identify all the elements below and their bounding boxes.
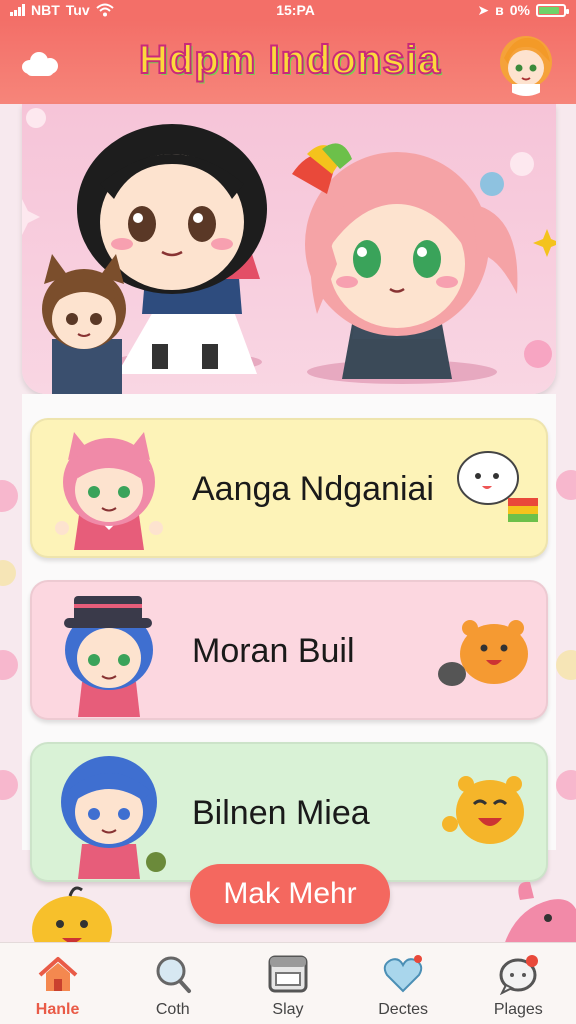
flower-decoration [0,560,16,586]
flower-decoration [556,770,576,800]
nav-label: Hanle [35,1001,80,1018]
cta-area: Mak Mehr [0,850,576,962]
nav-play[interactable]: Slay [238,943,338,1024]
profile-avatar[interactable] [494,28,558,96]
character-name: Bilnen Miea [192,794,370,832]
app-title: Hdpm Indonsia [138,37,441,83]
flower-decoration [556,650,576,680]
character-avatar [44,582,174,718]
flower-decoration [0,650,18,680]
bottom-navigation: Hanle Coth Slay Dectes Plages [0,942,576,1024]
search-icon [156,956,191,993]
nav-search[interactable]: Coth [123,943,223,1024]
character-name: Moran Buil [192,632,355,670]
nav-label: Dectes [378,1001,429,1018]
flower-decoration [0,480,18,512]
battery-icon [536,3,569,17]
flower-decoration [556,470,576,500]
window-icon [268,955,308,993]
list-item[interactable]: Aanga Ndganiai [30,418,548,558]
status-right: ➤ ʙ 0% [477,1,569,19]
heart-icon [383,955,423,993]
chat-bubble-icon [499,955,539,995]
battery-level-fill [539,6,560,14]
flower-decoration [0,770,18,800]
home-icon [38,957,77,991]
more-button[interactable]: Mak Mehr [190,864,390,924]
wifi-icon [95,3,114,17]
mascot-icon [430,434,540,544]
list-item[interactable]: Moran Buil [30,580,548,720]
status-bar: NBT Tuv 15:PA ➤ ʙ 0% [0,0,576,20]
nav-label: Plages [493,1001,543,1018]
clock: 15:PA [276,2,315,18]
nav-label: Slay [272,1001,304,1018]
nav-messages[interactable]: Plages [468,943,568,1024]
character-list: Aanga Ndganiai Moran Buil Bilnen Miea [22,394,556,882]
carrier-label: NBT [31,2,60,18]
location-icon: ➤ [477,1,490,18]
hero-illustration [22,108,556,394]
app-header: Hdpm Indonsia [0,20,576,104]
nav-favorites[interactable]: Dectes [353,943,453,1024]
character-name: Aanga Ndganiai [192,470,434,508]
nav-label: Coth [155,1001,190,1018]
status-left: NBT Tuv [10,2,114,18]
network-label: Tuv [65,2,90,18]
battery-percent: 0% [509,2,530,18]
character-avatar [44,420,174,556]
cloud-icon[interactable] [22,50,60,76]
bluetooth-icon: ʙ [495,2,504,18]
mascot-icon [430,596,540,706]
signal-icon [10,4,25,16]
hero-banner [22,104,556,394]
nav-home[interactable]: Hanle [8,943,108,1024]
